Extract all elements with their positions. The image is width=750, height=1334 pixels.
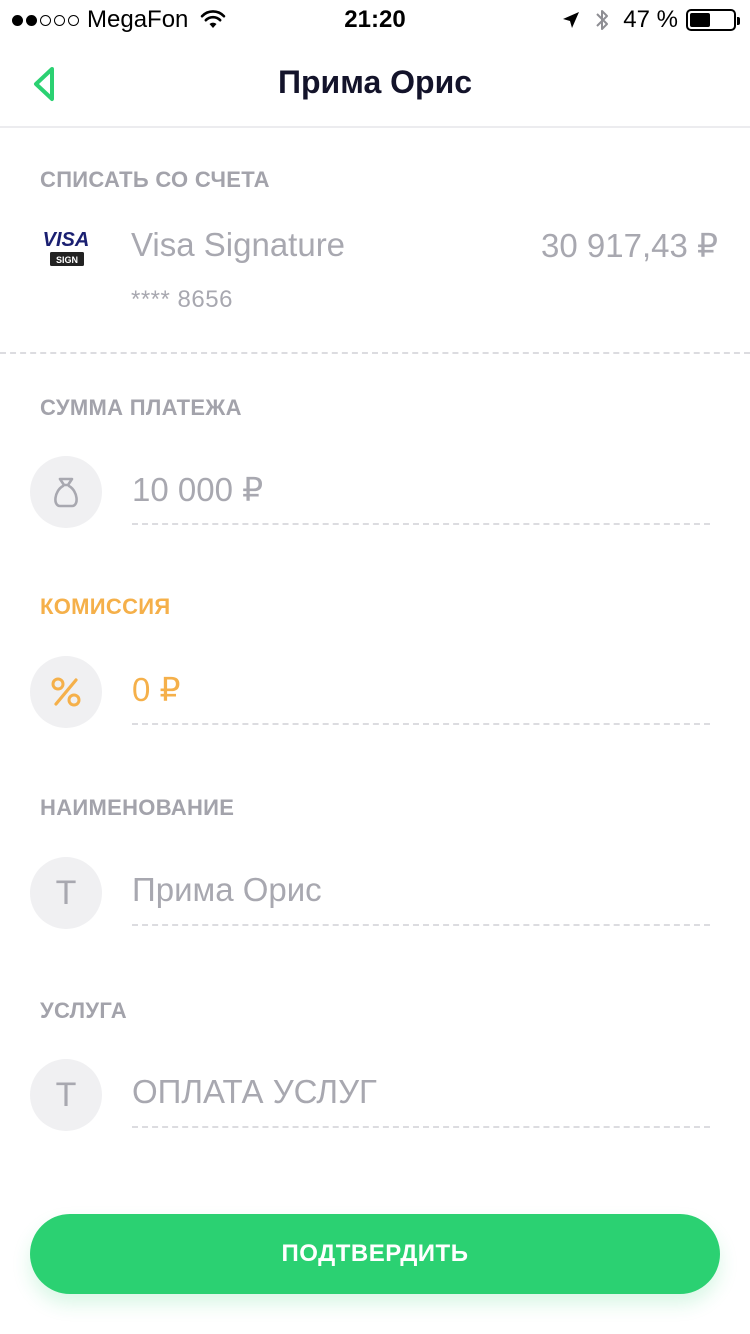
field-underline [132,1126,710,1128]
field-underline [132,723,710,725]
name-field[interactable]: T Прима Орис [0,857,750,937]
commission-label: КОМИССИЯ [40,594,171,619]
debit-account-label: СПИСАТЬ СО СЧЕТА [40,167,270,192]
service-field[interactable]: T ОПЛАТА УСЛУГ [0,1059,750,1139]
text-icon: T [30,1059,102,1131]
field-underline [132,523,710,525]
battery-icon [686,9,740,31]
page-title: Прима Орис [277,64,473,100]
service-value[interactable]: ОПЛАТА УСЛУГ [132,1073,377,1111]
svg-text:VISA: VISA [43,229,90,251]
debit-card-selector[interactable]: VISA SIGN Visa Signature 30 917,43 ₽ ***… [0,222,750,322]
confirm-button[interactable]: ПОДТВЕРДИТЬ [30,1214,720,1294]
confirm-button-label: ПОДТВЕРДИТЬ [281,1240,469,1267]
section-divider [0,352,750,354]
commission-field: 0 ₽ [0,656,750,736]
money-bag-icon [30,456,102,528]
battery-level [690,13,710,27]
percent-icon [30,656,102,728]
status-bar: MegaFon 21:20 47 % [0,0,750,40]
battery-percent: 47 % [623,6,678,33]
svg-text:SIGN: SIGN [56,255,78,265]
status-right: 47 % [561,6,740,34]
bluetooth-icon [596,10,609,30]
payment-amount-value[interactable]: 10 000 ₽ [132,470,263,509]
card-balance: 30 917,43 ₽ [541,227,718,264]
visa-signature-logo-icon: VISA SIGN [43,229,90,266]
text-icon: T [30,857,102,929]
commission-value: 0 ₽ [132,671,181,708]
card-number: **** 8656 [131,286,233,313]
service-label: УСЛУГА [40,998,127,1023]
location-arrow-icon [563,12,580,28]
payment-amount-label: СУММА ПЛАТЕЖА [40,395,242,420]
payment-amount-field[interactable]: 10 000 ₽ [0,456,750,536]
nav-bar: Прима Орис [0,40,750,128]
card-name: Visa Signature [131,226,346,263]
name-value[interactable]: Прима Орис [132,871,322,909]
name-label: НАИМЕНОВАНИЕ [40,795,235,820]
field-underline [132,924,710,926]
